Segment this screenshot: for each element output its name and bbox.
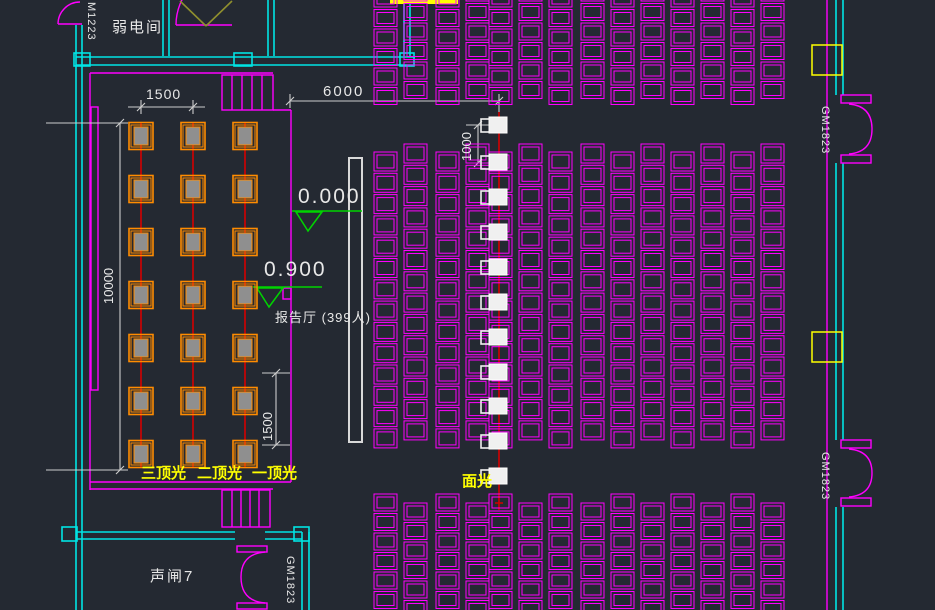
face-light-body	[489, 364, 507, 380]
proscenium-edge	[91, 107, 98, 390]
cad-drawing-canvas[interactable]: 弱电间 M1223 1500 6000 1000 10000 1500 0.00…	[0, 0, 935, 610]
door-gm1823-bottom	[237, 546, 267, 609]
room-label-sound-lock: 声闸7	[150, 569, 194, 584]
seat	[701, 0, 724, 1]
seat	[641, 0, 664, 1]
door-label-gm1823-soundlock: GM1823	[284, 556, 295, 604]
door-gm1823-right-bottom	[841, 440, 872, 506]
stairs-bottom	[222, 490, 270, 527]
light-label-top3: 三顶光	[141, 466, 186, 481]
seat	[761, 0, 784, 1]
face-light-body	[489, 294, 507, 310]
face-light-body	[489, 224, 507, 240]
elevation-label-0900: 0.900	[264, 259, 327, 280]
hall-label: 报告厅 (399人)	[275, 311, 371, 324]
dim-label-1500-bottom: 1500	[261, 412, 274, 441]
door-m1223-swing	[58, 2, 82, 24]
door-gm1823-right-top	[841, 95, 872, 163]
stairs-top	[222, 75, 273, 110]
face-light-body	[489, 117, 507, 133]
light-label-top2: 二顶光	[197, 466, 242, 481]
room-label-weak-electric: 弱电间	[112, 20, 163, 35]
seat	[466, 0, 489, 1]
face-light-body	[489, 259, 507, 275]
light-label-top1: 一顶光	[252, 466, 297, 481]
face-light-body	[489, 189, 507, 205]
stage-step-notch	[283, 288, 291, 299]
floor-plan-drawing	[0, 0, 935, 610]
dim-label-1500-top: 1500	[146, 87, 181, 101]
wall-junction	[234, 53, 252, 66]
face-light-body	[489, 329, 507, 345]
dim-label-6000: 6000	[323, 84, 364, 99]
face-light-body	[489, 433, 507, 449]
light-label-face: 面光	[462, 474, 492, 489]
face-light-body	[489, 154, 507, 170]
double-door-leaves	[180, 1, 232, 26]
audience-seats	[374, 0, 784, 610]
seat	[519, 0, 542, 1]
door-top-room-swing	[176, 0, 232, 25]
door-label-gm1823-top: GM1823	[819, 106, 830, 154]
dim-label-1000: 1000	[460, 132, 473, 161]
door-label-m1223: M1223	[85, 2, 96, 41]
elevation-label-0000: 0.000	[298, 186, 361, 207]
wall-junction	[62, 527, 77, 541]
dim-label-10000: 10000	[102, 268, 115, 304]
face-light-body	[489, 398, 507, 414]
seat	[581, 0, 604, 1]
door-label-gm1823-bottom-right: GM1823	[819, 452, 830, 500]
